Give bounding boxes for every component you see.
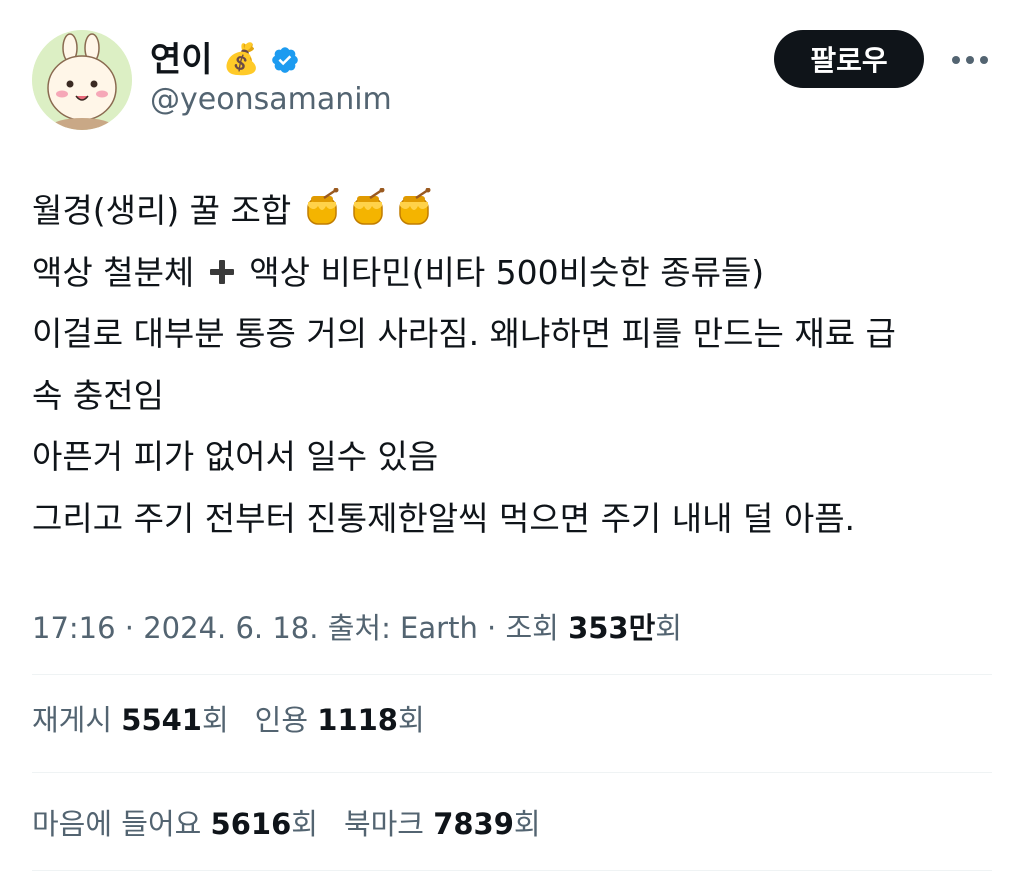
display-name[interactable]: 연이 [150, 38, 213, 82]
tweet-line-2: 액상 철분체 액상 비타민(비타 500비슷한 종류들) [32, 242, 992, 304]
meta-separator: · [115, 611, 144, 645]
honey-pot-icon [353, 188, 385, 225]
follow-button[interactable]: 팔로우 [774, 30, 924, 88]
tweet-line-5: 아픈거 피가 없어서 일수 있음 [32, 437, 439, 476]
name-row: 연이 💰 [150, 38, 300, 82]
meta-separator: · [477, 611, 506, 645]
user-handle[interactable]: @yeonsamanim [150, 80, 392, 120]
views-label: 조회 [505, 611, 569, 645]
tweet-line-6: 그리고 주기 전부터 진통제한알씩 먹으면 주기 내내 덜 아픔. [32, 498, 856, 538]
avatar-illustration-icon [32, 30, 132, 130]
quotes-count: 1118 [317, 703, 398, 737]
likes-stat[interactable]: 마음에 들어요 5616회 [32, 800, 318, 848]
honey-pot-icon [307, 188, 339, 225]
bookmarks-count: 7839 [433, 807, 514, 841]
engagement-row-2: 마음에 들어요 5616회 북마크 7839회 [32, 800, 541, 848]
more-dots-icon [952, 56, 988, 64]
quotes-suffix: 회 [397, 703, 425, 737]
bookmarks-stat[interactable]: 북마크 7839회 [344, 800, 541, 848]
engagement-row-1: 재게시 5541회 인용 1118회 [32, 696, 425, 744]
reposts-count: 5541 [121, 703, 202, 737]
divider [32, 870, 992, 871]
quotes-label: 인용 [254, 703, 318, 737]
likes-label: 마음에 들어요 [32, 807, 211, 841]
more-options-button[interactable] [946, 40, 994, 80]
tweet-line-2a: 액상 철분체 [32, 252, 195, 292]
plus-icon [209, 259, 234, 284]
tweet-time[interactable]: 17:16 [32, 611, 116, 645]
money-bag-emoji: 💰 [222, 42, 260, 77]
likes-suffix: 회 [291, 807, 318, 841]
divider [32, 772, 992, 773]
tweet-line-4: 속 충전임 [32, 375, 164, 415]
tweet-line-3: 이걸로 대부분 통증 거의 사라짐. 왜냐하면 피를 만드는 재료 급 [32, 314, 896, 353]
reposts-label: 재게시 [32, 703, 122, 737]
avatar[interactable] [32, 30, 132, 130]
tweet-header: 연이 💰 @yeonsamanim 팔로우 [0, 0, 1024, 140]
views-count[interactable]: 353만 [568, 611, 655, 645]
meta-space [318, 611, 327, 645]
tweet-meta: 17:16 · 2024. 6. 18. 출처: Earth · 조회 353만… [32, 604, 682, 652]
tweet-line-2b: 액상 비타민(비타 500비슷한 종류들) [249, 252, 765, 292]
tweet-line-1-text: 월경(생리) 꿀 조합 [32, 191, 292, 230]
tweet-date[interactable]: 2024. 6. 18. [143, 611, 318, 645]
tweet-text: 월경(생리) 꿀 조합 액상 철분체 액상 비타민(비타 500비슷한 종류들)… [32, 180, 992, 549]
reposts-suffix: 회 [201, 703, 229, 737]
tweet-source: 출처: Earth [327, 611, 478, 645]
verified-badge-icon[interactable] [270, 45, 300, 75]
bookmarks-label: 북마크 [343, 807, 434, 841]
likes-count: 5616 [210, 807, 292, 841]
divider [32, 674, 992, 675]
tweet-line-1: 월경(생리) 꿀 조합 [32, 180, 992, 242]
honey-pot-icon [399, 188, 431, 225]
bookmarks-suffix: 회 [513, 807, 541, 841]
quotes-stat[interactable]: 인용 1118회 [255, 696, 425, 744]
views-suffix: 회 [655, 611, 682, 645]
reposts-stat[interactable]: 재게시 5541회 [32, 696, 229, 744]
